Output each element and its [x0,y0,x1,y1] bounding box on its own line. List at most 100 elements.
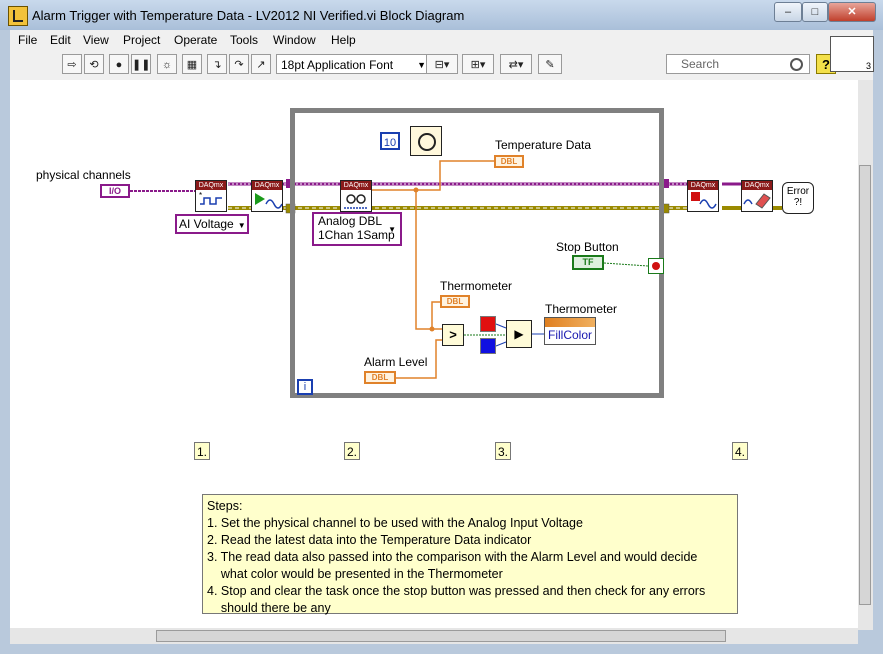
distribute-objects-button[interactable]: ⊞▾ [462,54,494,74]
read-glasses-icon [341,190,371,211]
menu-project[interactable]: Project [123,33,160,47]
clean-up-diagram-button[interactable]: ✎ [538,54,562,74]
daqmx-stop-task-node[interactable]: DAQmx [687,180,719,212]
labview-icon [8,6,28,26]
notes-line: should there be any [207,601,331,615]
daqmx-create-channel-node[interactable]: DAQmx * [195,180,227,212]
menu-window[interactable]: Window [273,33,316,47]
menu-bar: File Edit View Project Operate Tools Win… [10,30,873,50]
notes-line: 4. Stop and clear the task once the stop… [207,584,706,598]
fillcolor-property: FillColor [548,328,593,342]
minimize-button[interactable]: – [774,2,802,22]
window-title: Alarm Trigger with Temperature Data - LV… [32,8,465,23]
blue-color-constant[interactable] [480,338,496,354]
physical-channels-label: physical channels [36,168,131,182]
menu-file[interactable]: File [18,33,37,47]
step-over-button[interactable]: ↷ [229,54,249,74]
daqmx-start-task-node[interactable]: DAQmx [251,180,283,212]
wait-ms-node[interactable] [410,126,442,156]
step-label-2: 2. [344,442,360,460]
steps-comment-box: Steps: 1. Set the physical channel to be… [202,494,738,615]
step-label-1: 1. [194,442,210,460]
reorder-button[interactable]: ⇄▾ [500,54,532,74]
notes-line: what color would be presented in the The… [207,567,503,581]
daqmx-header: DAQmx [688,181,718,190]
property-node-header [545,318,595,327]
menu-help[interactable]: Help [331,33,356,47]
vertical-scrollbar[interactable] [858,80,873,630]
menu-view[interactable]: View [83,33,109,47]
title-bar: Alarm Trigger with Temperature Data - LV… [0,0,883,30]
stop-task-icon [688,190,718,211]
notes-line: 3. The read data also passed into the co… [207,550,698,564]
thermometer-property-node[interactable]: FillColor [544,317,596,345]
temperature-data-label: Temperature Data [495,138,592,152]
step-into-button[interactable]: ↴ [207,54,227,74]
alarm-level-label: Alarm Level [364,355,428,369]
stop-button-terminal[interactable]: TF [572,255,604,270]
thermometer-label: Thermometer [440,279,513,293]
maximize-button[interactable]: □ [802,2,828,22]
vi-icon[interactable]: 3 [830,36,874,72]
select-node[interactable]: ▶ [506,320,532,348]
align-objects-button[interactable]: ⊟▾ [426,54,458,74]
step-label-3: 3. [495,442,511,460]
physical-channels-constant[interactable]: I/O [100,184,130,198]
close-button[interactable]: ✕ [828,2,876,22]
menu-tools[interactable]: Tools [230,33,258,47]
menu-operate[interactable]: Operate [174,33,217,47]
notes-line: 1. Set the physical channel to be used w… [207,516,583,530]
daqmx-header: DAQmx [341,181,371,190]
start-task-icon [252,190,283,211]
daqmx-header: DAQmx [252,181,282,190]
clock-icon [418,133,436,151]
red-color-constant[interactable] [480,316,496,332]
toolbar: ⇨ ⟲ ● ❚❚ ☼ ▦ ↴ ↷ ↗ 18pt Application Font… [10,50,873,81]
stop-button-label: Stop Button [556,240,619,254]
horizontal-scrollbar[interactable] [10,628,858,644]
highlight-execution-button[interactable]: ☼ [157,54,177,74]
notes-line: 2. Read the latest data into the Tempera… [207,533,532,547]
greater-than-node[interactable]: > [442,324,464,346]
horizontal-scroll-thumb[interactable] [156,630,726,642]
block-diagram-canvas[interactable]: i physical channels I/O DAQmx * DAQmx AI… [10,80,858,630]
thermometer-property-label: Thermometer [545,302,618,316]
ai-voltage-value: AI Voltage [179,217,234,231]
loop-condition-terminal[interactable] [648,258,664,274]
chevron-down-icon: ▼ [237,221,246,230]
step-out-button[interactable]: ↗ [251,54,271,74]
vi-icon-number: 3 [865,61,871,71]
svg-text:*: * [199,191,202,200]
thermometer-indicator[interactable]: DBL [440,295,470,308]
window-frame-bottom [0,644,883,654]
clear-task-eraser-icon [742,190,772,211]
search-placeholder: Search [681,57,720,71]
vertical-scroll-thumb[interactable] [859,165,871,605]
iteration-terminal[interactable]: i [297,379,313,395]
ai-voltage-selector[interactable]: AI Voltage ▼ [175,214,249,234]
read-instance-selector[interactable]: Analog DBL 1Chan 1Samp ▼ [312,212,402,246]
simple-error-handler-node[interactable]: Error ?! [782,182,814,214]
menu-edit[interactable]: Edit [50,33,71,47]
daqmx-header: DAQmx [742,181,772,190]
retain-wire-values-button[interactable]: ▦ [182,54,202,74]
step-label-4: 4. [732,442,748,460]
alarm-level-control[interactable]: DBL [364,371,396,384]
temperature-data-indicator[interactable]: DBL [494,155,524,168]
pause-button[interactable]: ❚❚ [131,54,151,74]
abort-button[interactable]: ● [109,54,129,74]
daqmx-read-node[interactable]: DAQmx [340,180,372,212]
daqmx-header: DAQmx [196,181,226,190]
run-button[interactable]: ⇨ [62,54,82,74]
font-selector[interactable]: 18pt Application Font ▼ [276,54,431,74]
font-value: 18pt Application Font [281,58,394,72]
notes-line: Steps: [207,499,243,513]
create-channel-icon: * [196,190,226,211]
search-icon [790,58,803,71]
chevron-down-icon: ▼ [388,225,396,234]
wait-ms-constant[interactable]: 10 [380,132,400,150]
chevron-down-icon: ▼ [417,60,426,70]
search-field[interactable]: Search [666,54,810,74]
run-continuously-button[interactable]: ⟲ [84,54,104,74]
daqmx-clear-task-node[interactable]: DAQmx [741,180,773,212]
